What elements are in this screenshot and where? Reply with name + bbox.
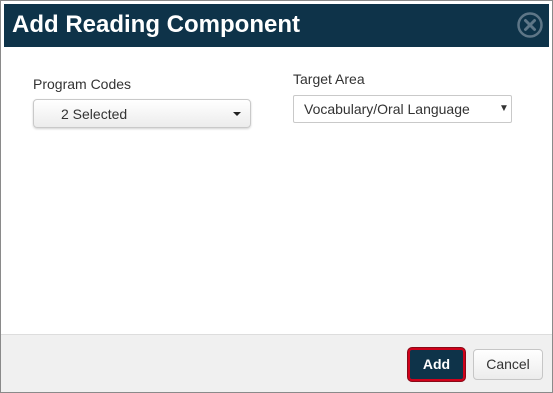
dialog-footer: Add Cancel [1, 334, 552, 392]
close-icon[interactable] [516, 11, 544, 39]
add-button[interactable]: Add [408, 348, 465, 381]
cancel-button[interactable]: Cancel [473, 349, 543, 380]
target-area-label: Target Area [293, 71, 365, 87]
add-reading-component-dialog: Add Reading Component Program Codes 2 Se… [0, 0, 553, 393]
program-codes-multiselect[interactable]: 2 Selected [33, 99, 251, 128]
target-area-select[interactable]: Vocabulary/Oral Language ▼ [293, 95, 512, 123]
program-codes-value: 2 Selected [61, 106, 128, 122]
dialog-titlebar: Add Reading Component [4, 4, 549, 47]
caret-down-icon [233, 112, 241, 116]
target-area-value: Vocabulary/Oral Language [304, 101, 470, 117]
program-codes-label: Program Codes [33, 76, 132, 92]
dropdown-arrow-icon: ▼ [499, 103, 509, 114]
dialog-title: Add Reading Component [12, 11, 300, 38]
